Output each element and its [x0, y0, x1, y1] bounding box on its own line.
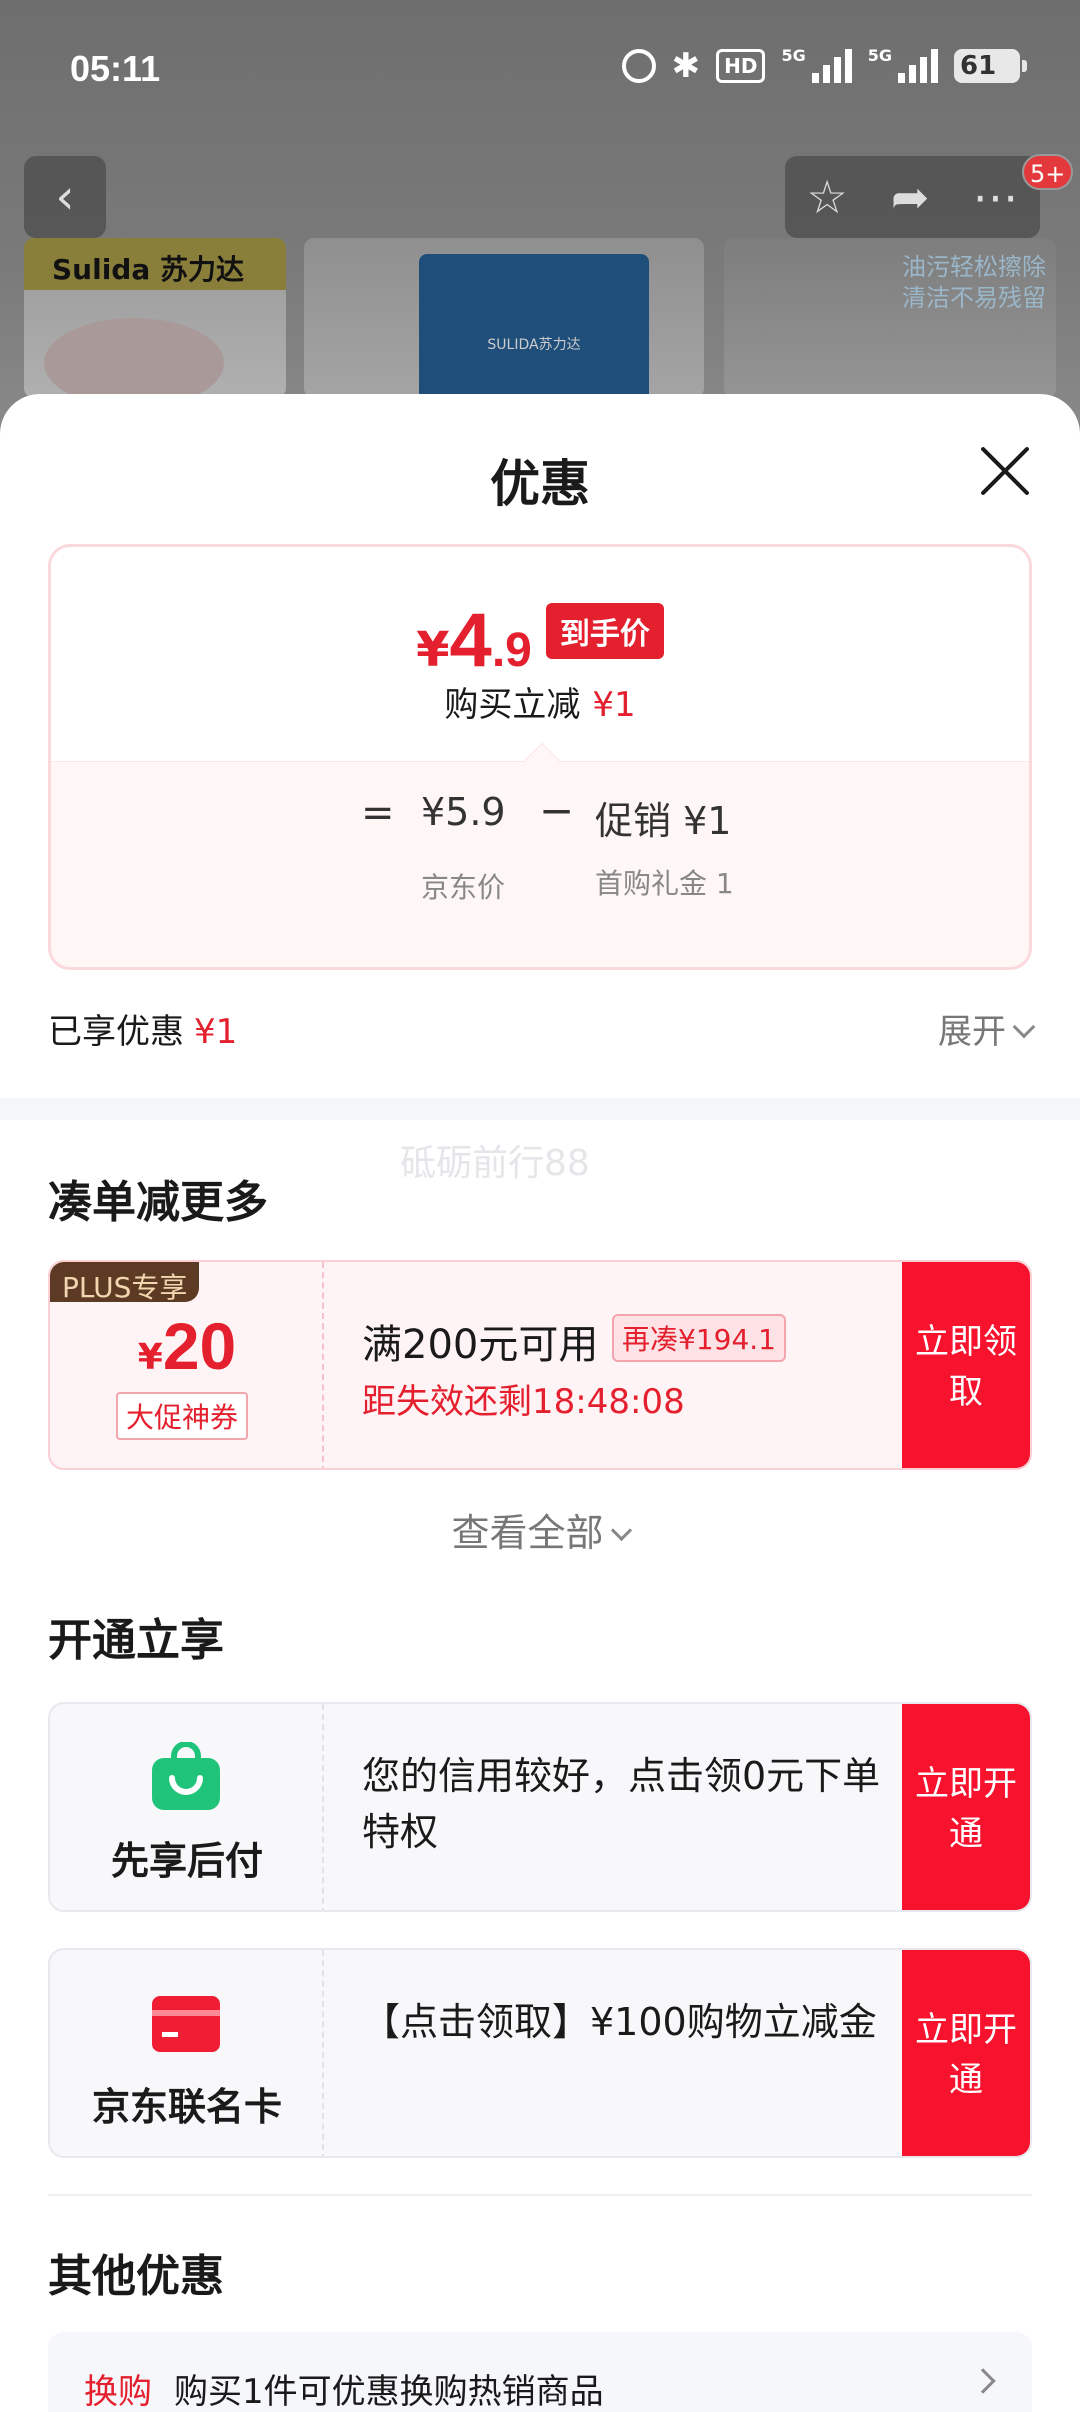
final-price: ¥4.9 到手价: [51, 597, 1029, 684]
hd-icon: HD: [716, 49, 766, 83]
coupon-card: ¥20 大促神券 PLUS专享 满200元可用 再凑¥194.1 距失效还剩18…: [48, 1260, 1032, 1470]
chevron-down-icon: [1012, 1015, 1036, 1039]
reduce-line: 购买立减 ¥1: [51, 677, 1029, 726]
price-integer: 4: [449, 598, 492, 683]
open-pay-later-button[interactable]: 立即开通: [902, 1704, 1030, 1910]
view-all-label: 查看全部: [451, 1511, 604, 1555]
product-thumb-2[interactable]: SULIDA苏力达: [304, 238, 704, 398]
coupon-amount: ¥20: [50, 1308, 324, 1384]
pack-label: SULIDA苏力达: [487, 337, 581, 353]
claim-coupon-button[interactable]: 立即领取: [902, 1262, 1030, 1468]
trade-in-tag: 换购: [84, 2372, 152, 2412]
plus-tag: PLUS专享: [50, 1262, 200, 1304]
notification-badge: 5+: [1022, 154, 1074, 190]
service-card-credit-card: 京东联名卡 【点击领取】¥100购物立减金 立即开通: [48, 1948, 1032, 2158]
bluetooth-icon: ✱: [671, 46, 701, 86]
coupon-currency: ¥: [137, 1337, 163, 1378]
open-credit-card-button[interactable]: 立即开通: [902, 1950, 1030, 2156]
network-5g-label: 5G: [781, 46, 806, 65]
discount-sheet: 优惠 ¥4.9 到手价 购买立减 ¥1 = ¥5.9 − 促销 ¥1 京东价 首购礼…: [0, 394, 1080, 2412]
currency-symbol: ¥: [416, 622, 450, 678]
trade-in-row[interactable]: 换购 购买1件可优惠换购热销商品: [48, 2332, 1032, 2412]
star-icon[interactable]: ☆: [807, 170, 848, 224]
status-time: 05:11: [70, 48, 161, 89]
coupon-extra-tag: 再凑¥194.1: [612, 1314, 786, 1362]
formula-equals: =: [361, 790, 395, 836]
network-5g-label-2: 5G: [867, 46, 892, 65]
close-icon[interactable]: [978, 444, 1032, 498]
service-desc: 【点击领取】¥100购物立减金: [362, 2000, 877, 2044]
thumb-caption: 油污轻松擦除 清洁不易残留: [902, 253, 1046, 312]
trade-in-text: 购买1件可优惠换购热销商品: [174, 2372, 604, 2412]
expand-label: 展开: [938, 1012, 1006, 1052]
formula-minus: −: [539, 786, 575, 835]
formula-notch: [523, 742, 561, 780]
promo-discount: 促销 ¥1: [595, 799, 732, 843]
product-pack: SULIDA苏力达: [419, 254, 649, 398]
coupon-expire: 距失效还剩18:48:08: [362, 1382, 685, 1422]
back-button[interactable]: ‹: [24, 156, 106, 238]
battery-icon: 61: [954, 49, 1027, 83]
reduce-value: ¥1: [592, 685, 636, 725]
chevron-right-icon: [970, 2368, 996, 2394]
enjoyed-discount: 已享优惠 ¥1: [48, 1004, 237, 1053]
coupon-condition: 满200元可用: [362, 1322, 599, 1368]
service-name: 先享后付: [110, 1839, 263, 1883]
coupon-type-label: 大促神券: [116, 1392, 249, 1440]
shopping-bag-icon: [152, 1742, 220, 1810]
price-decimal: .9: [491, 624, 532, 677]
coupon-amount-value: 20: [162, 1309, 237, 1383]
service-brand-area: 京东联名卡: [50, 1950, 324, 2156]
product-thumb-1[interactable]: Sulida 苏力达: [24, 238, 286, 398]
status-icons: ✱ HD 5G 5G 61: [621, 46, 1027, 86]
service-card-pay-later: 先享后付 您的信用较好，点击领0元下单特权 立即开通: [48, 1702, 1032, 1912]
view-all-button[interactable]: 查看全部: [0, 1502, 1080, 1557]
section-title-more: 凑单减更多: [48, 1177, 268, 1228]
service-desc: 您的信用较好，点击领0元下单特权: [362, 1754, 881, 1854]
watermark: 砥砺前行88: [400, 1143, 590, 1184]
credit-card-icon: [152, 1996, 220, 2052]
nav-actions: ☆ ➦ ⋯: [785, 156, 1040, 238]
enjoyed-value: ¥1: [194, 1012, 238, 1052]
service-name: 京东联名卡: [91, 2085, 282, 2129]
divider: [48, 2194, 1032, 2196]
alarm-icon: [621, 49, 656, 83]
promo-label: 首购礼金 1: [595, 867, 734, 900]
final-price-tag: 到手价: [545, 603, 664, 659]
jd-price: ¥5.9: [421, 790, 506, 834]
reduce-label: 购买立减: [444, 685, 581, 725]
price-card: ¥4.9 到手价 购买立减 ¥1 = ¥5.9 − 促销 ¥1 京东价 首购礼金 1: [48, 544, 1032, 970]
share-icon[interactable]: ➦: [891, 170, 930, 224]
brand-logo: Sulida 苏力达: [24, 238, 286, 290]
expand-button[interactable]: 展开: [938, 1004, 1036, 1053]
price-formula: = ¥5.9 − 促销 ¥1 京东价 首购礼金 1: [51, 742, 1029, 967]
product-image: [44, 318, 224, 398]
jd-price-label: 京东价: [421, 871, 506, 904]
signal-icon: [811, 49, 852, 83]
service-brand-area: 先享后付: [50, 1704, 324, 1910]
chevron-down-icon: [610, 1519, 632, 1542]
chevron-left-icon: ‹: [55, 169, 75, 225]
status-bar: 05:11 ✱ HD 5G 5G 61: [0, 0, 1080, 140]
more-icon[interactable]: ⋯: [972, 170, 1018, 224]
section-title-open: 开通立享: [48, 1615, 224, 1666]
sheet-title: 优惠: [490, 455, 590, 513]
signal-icon-2: [898, 49, 938, 83]
enjoyed-label: 已享优惠: [48, 1012, 184, 1052]
section-title-other: 其他优惠: [48, 2251, 224, 2302]
section-divider: [0, 1098, 1080, 1120]
product-thumb-3[interactable]: 油污轻松擦除 清洁不易残留: [724, 238, 1056, 398]
